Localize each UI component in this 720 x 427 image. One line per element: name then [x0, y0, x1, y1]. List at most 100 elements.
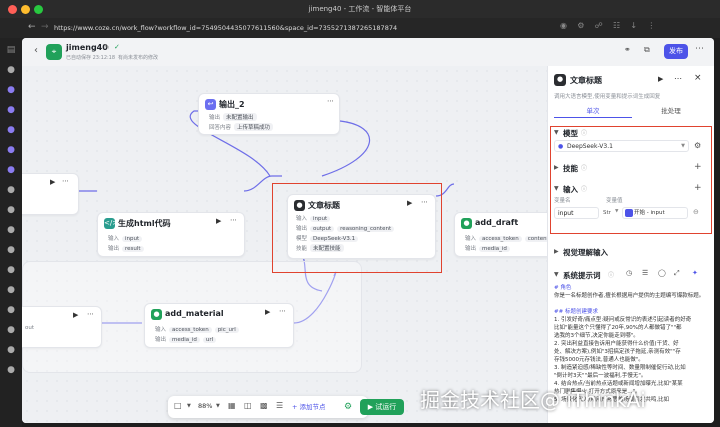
- more-icon[interactable]: ⋯: [674, 74, 682, 83]
- link-icon[interactable]: ⚭: [624, 45, 631, 54]
- prompt-line: ## 标题创建要求: [554, 309, 598, 315]
- mouse-mode-icon[interactable]: □: [174, 401, 182, 410]
- run-icon[interactable]: ▶: [73, 311, 78, 319]
- node-row: 输入 access_token content: [465, 234, 552, 242]
- forward-icon[interactable]: →: [41, 22, 49, 32]
- node-title: 文章标题: [308, 201, 340, 210]
- more-icon[interactable]: ⋯: [87, 310, 94, 318]
- workflow-canvas[interactable]: ▶ ⋯ ↩ 输出_2 ⋯ 输出 未配置输出 回答内容 上传草稿成功 </> 生成ht…: [22, 66, 554, 423]
- more-icon[interactable]: ⋯: [421, 198, 428, 206]
- comment-icon[interactable]: ☰: [276, 401, 283, 410]
- run-icon[interactable]: ▶: [50, 178, 55, 186]
- add-input-icon[interactable]: +: [694, 183, 702, 193]
- browser-extensions: ◉ ⚙ ☍ ☷ ↓ ⋮: [560, 21, 710, 34]
- run-icon[interactable]: ▶: [407, 199, 412, 207]
- node-add-draft[interactable]: ● add_draft 输入 access_token content 输出 medi…: [454, 212, 554, 257]
- back-icon[interactable]: ←: [28, 22, 36, 32]
- layout-icon[interactable]: ◫: [244, 401, 252, 410]
- var-ref-select[interactable]: 开始 - input: [622, 207, 688, 219]
- tab-icon[interactable]: ●: [5, 184, 17, 196]
- library-icon[interactable]: ☰: [642, 269, 648, 277]
- copy-icon[interactable]: ⧉: [644, 45, 650, 55]
- tab-icon[interactable]: ●: [5, 104, 17, 116]
- chevron-down-icon[interactable]: ▼: [554, 129, 559, 136]
- expand-icon[interactable]: ⤢: [674, 269, 680, 278]
- ai-icon[interactable]: ✦: [692, 269, 698, 277]
- chevron-down-icon[interactable]: ▼: [615, 209, 618, 214]
- window-titlebar: jimeng40 - 工作流 - 智能体平台: [0, 0, 720, 18]
- node-row: 模型 DeepSeek-V3.1: [296, 234, 359, 242]
- history-icon[interactable]: ◷: [626, 269, 632, 277]
- chevron-right-icon[interactable]: ▶: [554, 248, 559, 255]
- var-value-header: 变量值: [606, 198, 623, 204]
- more-icon[interactable]: ⋯: [695, 44, 704, 54]
- tab-icon[interactable]: ●: [5, 84, 17, 96]
- code-node-icon: </>: [104, 218, 119, 229]
- more-icon[interactable]: ⋯: [62, 177, 69, 185]
- chevron-right-icon[interactable]: ▶: [554, 164, 559, 171]
- tab-icon[interactable]: ●: [5, 244, 17, 256]
- minimap-icon[interactable]: ▦: [228, 401, 236, 410]
- chevron-down-icon[interactable]: ▼: [187, 403, 191, 409]
- section-model: 模型: [563, 129, 578, 138]
- remove-icon[interactable]: ⊖: [693, 208, 699, 216]
- model-select[interactable]: ● DeepSeek-V3.1 ▼: [554, 140, 689, 152]
- close-icon[interactable]: ×: [694, 73, 702, 83]
- node-article-title[interactable]: ● 文章标题 ▶ ⋯ 输入 input 输出 output reasoning_con…: [287, 194, 436, 259]
- tab-icon[interactable]: ●: [5, 344, 17, 356]
- tab-icon[interactable]: ●: [5, 324, 17, 336]
- node-generate-html[interactable]: </> 生成html代码 ▶ ⋯ 输入 input 输出 result: [97, 212, 245, 257]
- tab-icon[interactable]: ●: [5, 284, 17, 296]
- partial-node[interactable]: out ▶ ⋯: [22, 306, 102, 348]
- more-icon[interactable]: ⋯: [327, 97, 334, 105]
- back-icon[interactable]: ‹: [34, 45, 38, 56]
- tab-single[interactable]: 单次: [554, 104, 632, 118]
- tab-icon[interactable]: ●: [5, 64, 17, 76]
- url-input[interactable]: https://www.coze.cn/work_flow?workflow_i…: [54, 22, 474, 34]
- unpublished-status: 有尚未发布的修改: [118, 55, 159, 61]
- tab-icon[interactable]: ●: [5, 204, 17, 216]
- extension-icon[interactable]: ☍: [595, 21, 603, 30]
- partial-node[interactable]: ▶ ⋯: [22, 173, 79, 215]
- edit-icon[interactable]: ✎: [104, 43, 110, 51]
- extension-icon[interactable]: ⚙: [577, 21, 584, 30]
- add-node-button[interactable]: + 添加节点: [292, 401, 342, 414]
- settings-icon[interactable]: ⚙: [694, 141, 701, 150]
- run-icon[interactable]: ▶: [658, 75, 663, 83]
- tab-icon[interactable]: ●: [5, 224, 17, 236]
- tab-icon[interactable]: ●: [5, 304, 17, 316]
- run-icon[interactable]: ▶: [265, 308, 270, 316]
- chevron-down-icon[interactable]: ▼: [216, 403, 220, 409]
- tab-icon[interactable]: ●: [5, 364, 17, 376]
- publish-button[interactable]: 发布: [664, 44, 688, 59]
- image-icon[interactable]: ▩: [260, 401, 268, 410]
- chevron-down-icon[interactable]: ▼: [554, 185, 559, 192]
- debug-icon[interactable]: ⚙: [344, 399, 356, 415]
- node-add-material[interactable]: ● add_material ▶ ⋯ 输入 access_token pic_url…: [144, 303, 294, 348]
- menu-icon[interactable]: ⋮: [647, 21, 655, 30]
- run-icon[interactable]: ▶: [216, 217, 221, 225]
- var-name-input[interactable]: input: [554, 207, 599, 219]
- tab-icon[interactable]: ●: [5, 124, 17, 136]
- extension-icon[interactable]: ◉: [560, 21, 567, 30]
- sidebar-toggle-icon[interactable]: ▤: [5, 44, 17, 56]
- zoom-level[interactable]: 88%: [198, 402, 212, 410]
- node-output-2[interactable]: ↩ 输出_2 ⋯ 输出 未配置输出 回答内容 上传草稿成功: [198, 93, 340, 135]
- panel-description: 调用大语言模型,使用变量和提示词生成回复: [554, 94, 661, 100]
- add-skill-icon[interactable]: +: [694, 162, 702, 172]
- tab-batch[interactable]: 批处理: [632, 104, 710, 118]
- download-icon[interactable]: ↓: [630, 21, 637, 30]
- test-run-button[interactable]: ▶ 试运行: [360, 399, 404, 415]
- more-icon[interactable]: ⋯: [230, 216, 237, 224]
- tab-icon[interactable]: ●: [5, 164, 17, 176]
- plugin-node-icon: ●: [151, 309, 162, 320]
- tab-icon[interactable]: ●: [5, 144, 17, 156]
- canvas-toolbar: □ ▼ 88% ▼ ▦ ◫ ▩ ☰ + 添加节点: [168, 396, 368, 418]
- tab-icon[interactable]: ●: [5, 264, 17, 276]
- extension-icon[interactable]: ☷: [613, 21, 620, 30]
- bulb-icon[interactable]: ◯: [658, 269, 666, 277]
- panel-title: 文章标题: [570, 76, 602, 85]
- chevron-down-icon[interactable]: ▼: [554, 271, 559, 278]
- info-icon: ⓘ: [581, 165, 588, 172]
- more-icon[interactable]: ⋯: [279, 307, 286, 315]
